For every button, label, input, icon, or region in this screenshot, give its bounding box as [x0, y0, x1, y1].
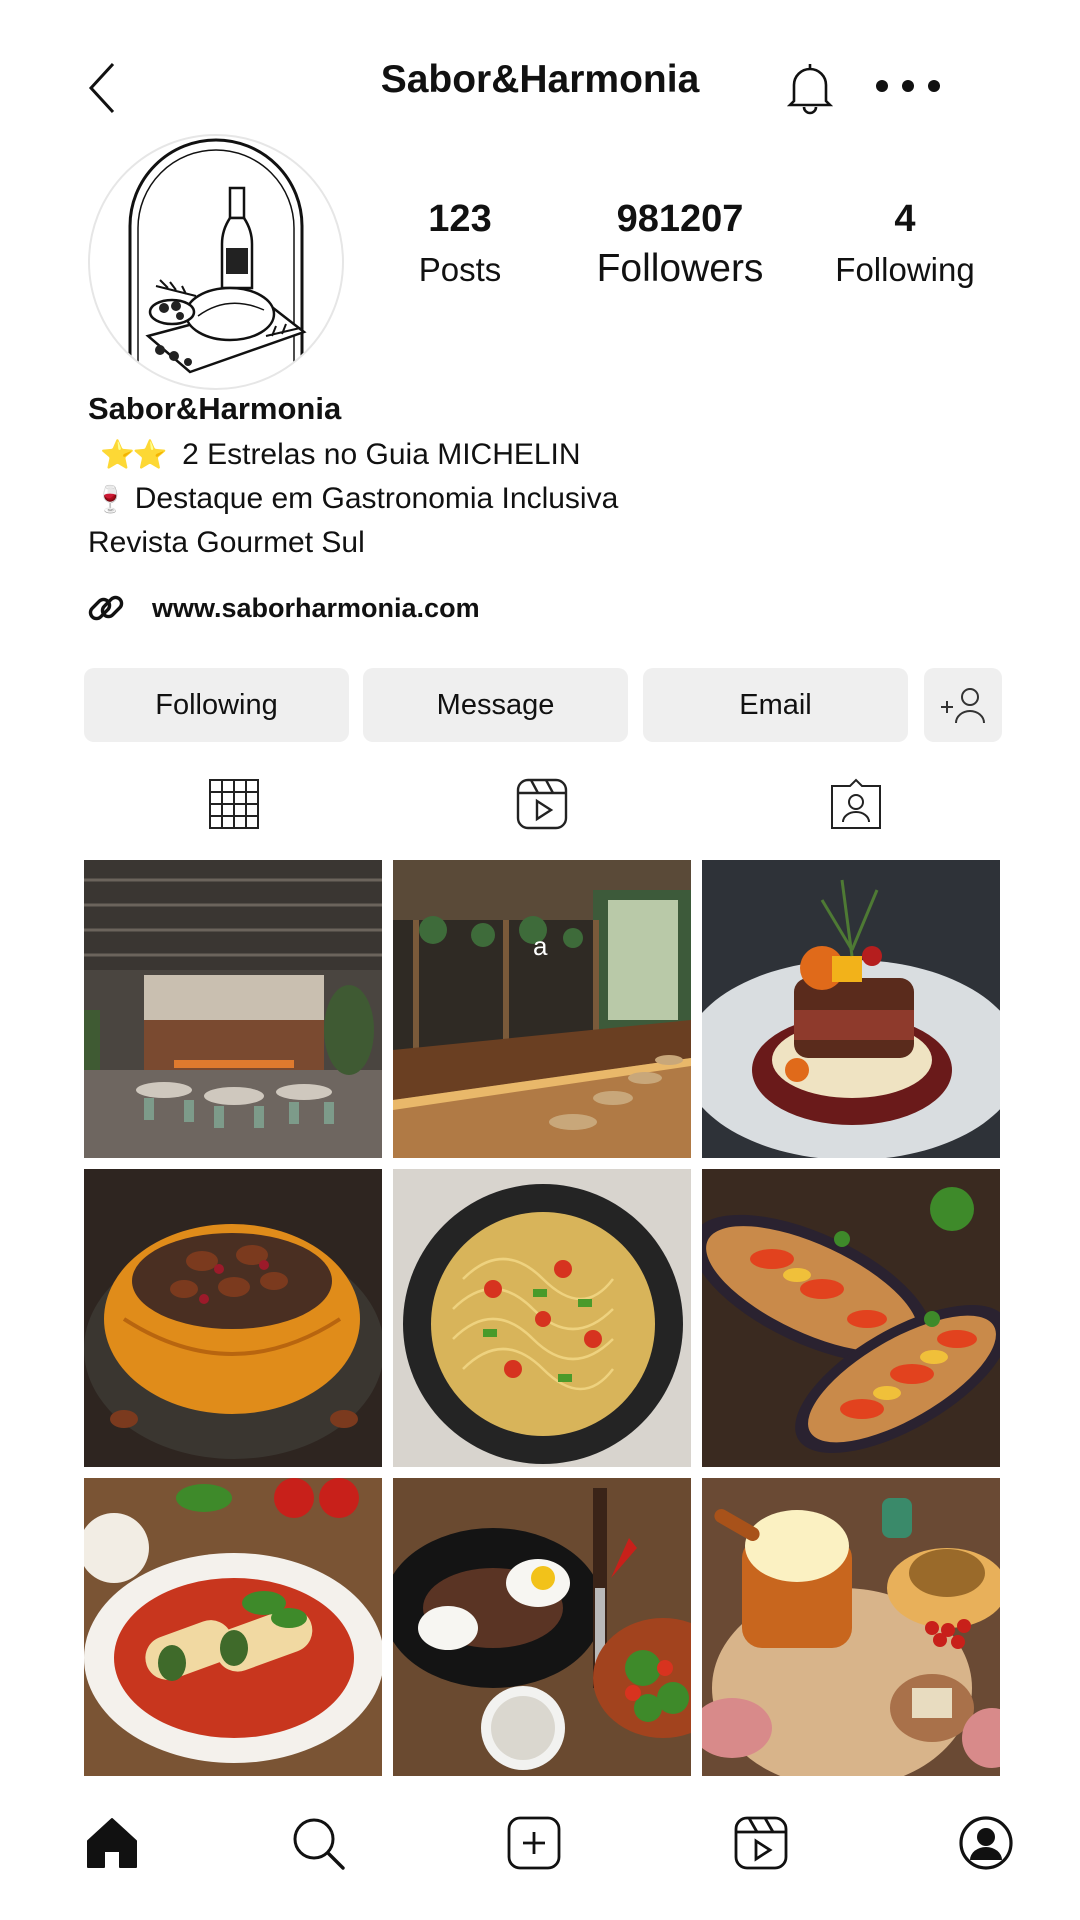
tagged-icon	[831, 778, 881, 829]
grid-icon	[209, 779, 259, 829]
search-icon	[293, 1818, 345, 1870]
nav-profile[interactable]	[958, 1815, 1014, 1871]
post-tile-steak[interactable]	[702, 860, 1000, 1158]
wine-emoji: 🍷	[94, 484, 127, 514]
bio-gastronomy-text: Destaque em Gastronomia Inclusiva	[134, 482, 619, 515]
reels-icon	[516, 778, 568, 830]
post-tile-fondue[interactable]	[702, 1478, 1000, 1776]
following-stat[interactable]: 4 Following	[810, 198, 1000, 289]
fondue-image	[702, 1478, 1000, 1776]
post-tile-dining-room[interactable]	[84, 860, 382, 1158]
bar-counter-image: a	[393, 860, 691, 1158]
email-button[interactable]: Email	[643, 668, 908, 742]
create-icon	[507, 1816, 561, 1870]
posts-label: Posts	[418, 251, 502, 288]
profile-icon	[959, 1816, 1013, 1870]
add-person-button[interactable]	[924, 668, 1002, 742]
bio-line-gastronomy: 🍷 Destaque em Gastronomia Inclusiva	[94, 482, 618, 516]
post-tile-eggplant[interactable]	[702, 1169, 1000, 1467]
avatar[interactable]	[88, 134, 344, 390]
more-button[interactable]	[872, 68, 944, 104]
bio-line-michelin: ⭐⭐ 2 Estrelas no Guia MICHELIN	[100, 438, 581, 472]
followers-count: 981207	[616, 198, 744, 240]
tab-grid[interactable]	[208, 778, 260, 830]
bell-icon	[786, 64, 834, 115]
more-horizontal-icon	[876, 80, 940, 92]
posts-grid: a	[84, 860, 1001, 1776]
nav-search[interactable]	[290, 1815, 346, 1871]
stuffed-eggplant-image	[702, 1169, 1000, 1467]
cannelloni-image	[84, 1478, 382, 1776]
restaurant-logo	[128, 138, 307, 376]
home-icon	[87, 1818, 137, 1868]
profile-link[interactable]: www.saborharmonia.com	[86, 588, 480, 628]
nav-reels[interactable]	[733, 1815, 789, 1871]
post-tile-bar[interactable]: a	[393, 860, 691, 1158]
spaghetti-image	[393, 1169, 691, 1467]
bar-overlay-text: a	[533, 931, 548, 961]
reels-icon	[734, 1816, 788, 1870]
tab-tagged[interactable]	[830, 778, 882, 830]
add-person-icon	[941, 688, 985, 724]
profile-link-text: www.saborharmonia.com	[152, 592, 480, 623]
post-tile-cannelloni[interactable]	[84, 1478, 382, 1776]
notifications-button[interactable]	[784, 60, 836, 116]
following-count: 4	[894, 198, 916, 240]
message-button[interactable]: Message	[363, 668, 628, 742]
bio-michelin-text: 2 Estrelas no Guia MICHELIN	[182, 438, 581, 471]
following-button[interactable]: Following	[84, 668, 349, 742]
post-tile-pumpkin[interactable]	[84, 1169, 382, 1467]
post-tile-spaghetti[interactable]	[393, 1169, 691, 1467]
profile-name: Sabor&Harmonia	[88, 391, 342, 426]
steak-image	[702, 860, 1000, 1158]
post-tile-steak-eggs[interactable]	[393, 1478, 691, 1776]
stars-emoji: ⭐⭐	[100, 439, 168, 470]
tab-reels[interactable]	[516, 778, 568, 830]
link-icon	[88, 595, 124, 621]
nav-create[interactable]	[506, 1815, 562, 1871]
following-label: Following	[835, 251, 975, 288]
posts-count: 123	[428, 198, 492, 240]
nav-home[interactable]	[84, 1815, 140, 1871]
followers-stat[interactable]: 981207 Followers	[560, 198, 800, 291]
dining-room-image	[84, 860, 382, 1158]
stuffed-pumpkin-image	[84, 1169, 382, 1467]
bio-line-magazine: Revista Gourmet Sul	[88, 526, 365, 559]
steak-eggs-image	[393, 1478, 691, 1776]
followers-label: Followers	[596, 247, 764, 290]
posts-stat[interactable]: 123 Posts	[380, 198, 540, 289]
